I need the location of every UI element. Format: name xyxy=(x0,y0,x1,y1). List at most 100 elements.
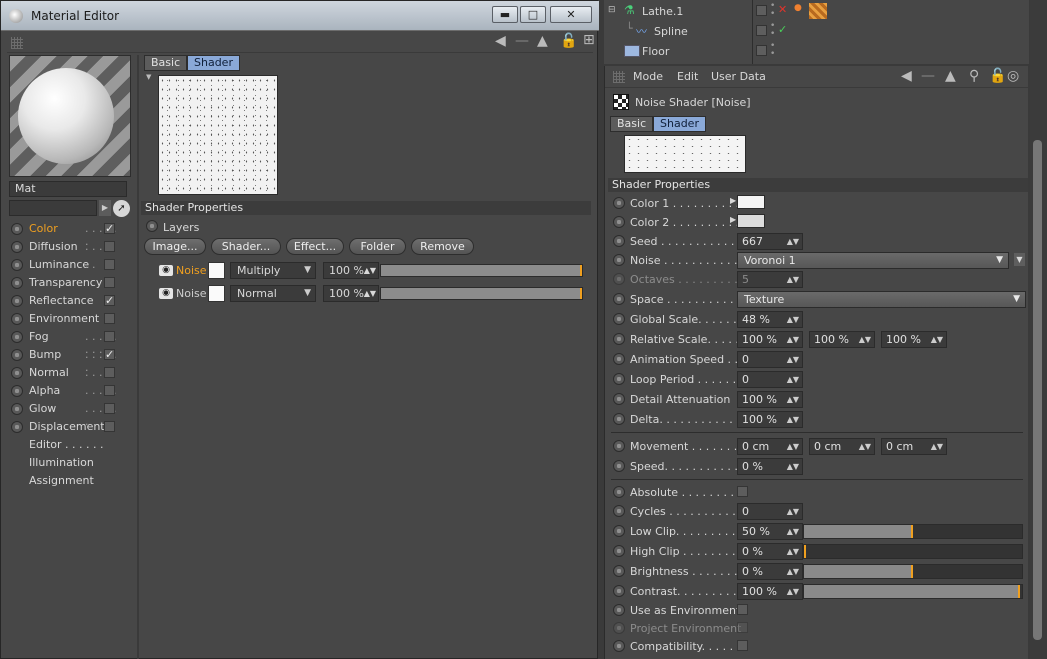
channel-radio[interactable] xyxy=(11,241,23,253)
channel-item[interactable]: Reflectance ✓ xyxy=(9,292,117,310)
channel-checkbox[interactable] xyxy=(104,241,115,252)
object-row-lathe[interactable]: ⊟ ⚗ Lathe.1 • • ✕ ● xyxy=(604,2,1029,22)
channel-radio[interactable] xyxy=(11,403,23,415)
layer-box-icon[interactable] xyxy=(756,5,767,16)
animate-radio[interactable] xyxy=(613,604,625,616)
absolute-checkbox[interactable] xyxy=(737,486,748,497)
channel-radio[interactable] xyxy=(11,385,23,397)
channel-checkbox[interactable] xyxy=(104,313,115,324)
eye-icon[interactable]: ◉ xyxy=(159,265,173,276)
channel-radio[interactable] xyxy=(11,295,23,307)
animate-radio[interactable] xyxy=(613,565,625,577)
collapse-triangle-icon[interactable]: ▼ xyxy=(146,73,151,81)
eye-icon[interactable]: ◉ xyxy=(159,288,173,299)
animate-radio[interactable] xyxy=(613,353,625,365)
stepper-arrows-icon[interactable]: ▲▼ xyxy=(787,439,799,454)
animate-radio[interactable] xyxy=(613,460,625,472)
channel-checkbox[interactable] xyxy=(104,367,115,378)
animate-radio[interactable] xyxy=(613,254,625,266)
animate-radio[interactable] xyxy=(613,585,625,597)
animate-radio[interactable] xyxy=(613,313,625,325)
animate-radio[interactable] xyxy=(613,440,625,452)
contrast-slider[interactable] xyxy=(803,584,1023,599)
visibility-dots-icon[interactable]: • • xyxy=(770,2,775,19)
opacity-slider[interactable] xyxy=(380,287,583,300)
channel-checkbox[interactable]: ✓ xyxy=(104,223,115,234)
back-arrow-icon[interactable]: ◀ xyxy=(901,68,912,84)
stepper-arrows-icon[interactable]: ▲▼ xyxy=(364,263,376,278)
animate-radio[interactable] xyxy=(613,640,625,652)
grip-icon[interactable] xyxy=(613,71,625,83)
image-button[interactable]: Image... xyxy=(144,238,206,255)
vertical-scrollbar[interactable] xyxy=(1030,0,1047,659)
animate-radio[interactable] xyxy=(613,545,625,557)
compatibility-checkbox[interactable] xyxy=(737,640,748,651)
tab-basic[interactable]: Basic xyxy=(610,116,654,132)
movement-z-field[interactable]: 0 cm ▲▼ xyxy=(881,438,947,455)
menu-edit[interactable]: Edit xyxy=(677,70,698,83)
channel-checkbox[interactable] xyxy=(104,421,115,432)
space-dropdown[interactable]: Texture ▼ xyxy=(737,291,1026,308)
search-arrow-button[interactable]: ▶ xyxy=(99,200,111,216)
remove-button[interactable]: Remove xyxy=(411,238,474,255)
animate-radio[interactable] xyxy=(613,293,625,305)
slider-handle[interactable] xyxy=(580,288,582,299)
global-scale-field[interactable]: 48 % ▲▼ xyxy=(737,311,803,328)
tag-icon[interactable]: ● xyxy=(794,3,802,13)
channel-checkbox[interactable] xyxy=(104,277,115,288)
channel-radio[interactable] xyxy=(11,313,23,325)
channel-checkbox[interactable]: ✓ xyxy=(104,295,115,306)
target-icon[interactable]: ◎ xyxy=(1007,68,1019,84)
title-bar[interactable]: Material Editor ▬ □ ✕ xyxy=(1,1,599,31)
channel-item[interactable]: Normal. . . . xyxy=(9,364,117,382)
forward-arrow-icon[interactable]: — xyxy=(515,33,529,49)
channel-checkbox[interactable] xyxy=(104,259,115,270)
high-clip-field[interactable]: 0 % ▲▼ xyxy=(737,543,803,560)
forward-arrow-icon[interactable]: — xyxy=(921,68,935,84)
low-clip-slider[interactable] xyxy=(803,524,1023,539)
material-tag-icon[interactable] xyxy=(809,3,827,19)
channel-item[interactable]: Transparency xyxy=(9,274,117,292)
disabled-x-icon[interactable]: ✕ xyxy=(778,3,787,16)
stepper-arrows-icon[interactable]: ▲▼ xyxy=(787,412,799,427)
lock-icon[interactable]: 🔓 xyxy=(989,68,1006,84)
opacity-slider[interactable] xyxy=(380,264,583,277)
stepper-arrows-icon[interactable]: ▲▼ xyxy=(787,392,799,407)
movement-y-field[interactable]: 0 cm ▲▼ xyxy=(809,438,875,455)
animate-radio[interactable] xyxy=(613,373,625,385)
back-arrow-icon[interactable]: ◀ xyxy=(495,33,506,49)
material-preview[interactable] xyxy=(9,55,131,177)
cycles-field[interactable]: 0 ▲▼ xyxy=(737,503,803,520)
channel-item[interactable]: Illumination xyxy=(9,454,117,472)
channel-radio[interactable] xyxy=(11,349,23,361)
channel-item[interactable]: Fog. . . . . . . . xyxy=(9,328,117,356)
channel-search-input[interactable] xyxy=(9,200,97,216)
animation-speed-field[interactable]: 0 ▲▼ xyxy=(737,351,803,368)
channel-item[interactable]: Diffusion . . . xyxy=(9,238,117,256)
channel-item[interactable]: Assignment xyxy=(9,472,117,490)
channel-checkbox[interactable]: ✓ xyxy=(104,349,115,360)
stepper-arrows-icon[interactable]: ▲▼ xyxy=(931,332,943,347)
channel-radio[interactable] xyxy=(11,367,23,379)
animate-radio[interactable] xyxy=(613,486,625,498)
menu-mode[interactable]: Mode xyxy=(633,70,663,83)
collapse-icon[interactable]: ⊟ xyxy=(608,5,616,15)
channel-item[interactable]: Editor . . . . . . xyxy=(9,436,117,454)
channel-item[interactable]: Color. . . . . . ✓ xyxy=(9,220,117,248)
tab-shader[interactable]: Shader xyxy=(653,116,706,132)
seed-field[interactable]: 667 ▲▼ xyxy=(737,233,803,250)
object-row-spline[interactable]: └ 〰 Spline • • ✓ xyxy=(604,22,1029,42)
contrast-field[interactable]: 100 % ▲▼ xyxy=(737,583,803,600)
channel-item[interactable]: Luminance. . xyxy=(9,256,117,274)
shader-layer-row[interactable]: ◉ Noise Multiply ▼ 100 % ▲▼ xyxy=(158,262,598,280)
stepper-arrows-icon[interactable]: ▲▼ xyxy=(787,564,799,579)
effect-button[interactable]: Effect... xyxy=(286,238,344,255)
channel-item[interactable]: Environment xyxy=(9,310,117,328)
animate-radio[interactable] xyxy=(613,235,625,247)
expand-triangle-icon[interactable]: ▶ xyxy=(730,196,736,205)
noise-type-dropdown[interactable]: Voronoi 1 ▼ xyxy=(737,252,1009,269)
use-as-environment-checkbox[interactable] xyxy=(737,604,748,615)
stepper-arrows-icon[interactable]: ▲▼ xyxy=(787,372,799,387)
shader-button[interactable]: Shader... xyxy=(211,238,281,255)
stepper-arrows-icon[interactable]: ▲▼ xyxy=(787,459,799,474)
